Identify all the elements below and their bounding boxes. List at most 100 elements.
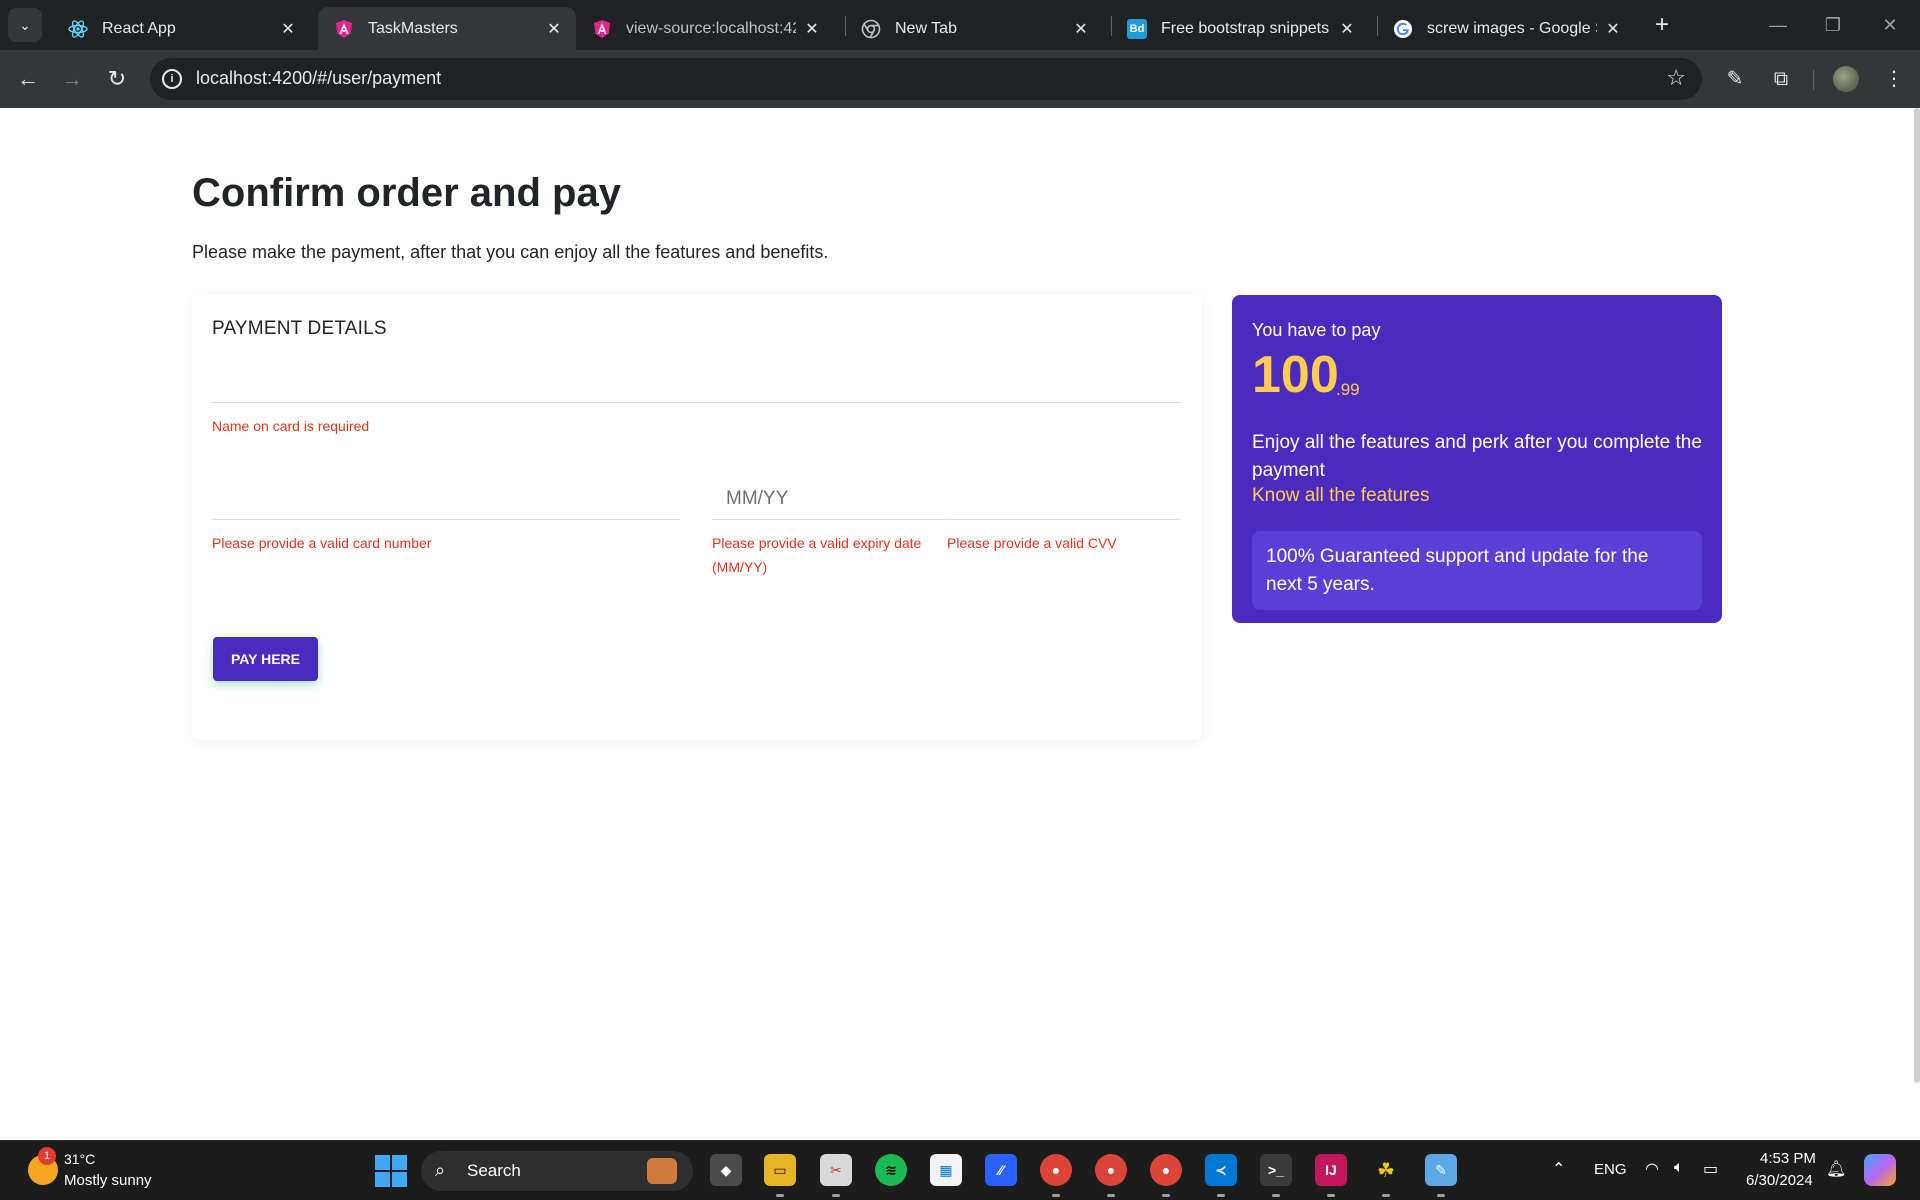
window-close-icon[interactable]: ✕ bbox=[1870, 10, 1910, 40]
cvv-input[interactable] bbox=[947, 481, 1180, 517]
clock-date[interactable]: 6/30/2024 bbox=[1746, 1172, 1813, 1189]
amount-cents: .99 bbox=[1336, 380, 1360, 399]
summary-description: Enjoy all the features and perk after yo… bbox=[1252, 432, 1702, 481]
name-field-underline bbox=[212, 402, 1180, 403]
search-highlight-icon bbox=[647, 1158, 677, 1184]
vscode-icon[interactable]: ≺ bbox=[1205, 1154, 1237, 1186]
file-explorer-icon[interactable]: ▭ bbox=[764, 1154, 796, 1186]
card-number-input[interactable] bbox=[212, 481, 680, 517]
close-icon[interactable]: ✕ bbox=[1603, 19, 1623, 39]
close-icon[interactable]: ✕ bbox=[1337, 19, 1357, 39]
search-icon: ⌕ bbox=[435, 1160, 446, 1180]
snipping-tool-icon[interactable]: ✂ bbox=[820, 1154, 852, 1186]
browser-toolbar: ← → ↻ i localhost:4200/#/user/payment ☆ … bbox=[0, 50, 1920, 108]
close-icon[interactable]: ✕ bbox=[544, 19, 564, 39]
weather-badge: 1 bbox=[38, 1147, 56, 1165]
spotify-icon[interactable]: ≋ bbox=[875, 1154, 907, 1186]
tab-bootdey[interactable]: Bd Free bootstrap snippets an ✕ bbox=[1111, 7, 1369, 50]
running-indicator bbox=[1162, 1194, 1170, 1197]
name-error-message: Name on card is required bbox=[212, 418, 370, 434]
back-arrow-icon[interactable]: ← bbox=[10, 61, 46, 97]
close-icon[interactable]: ✕ bbox=[1071, 19, 1091, 39]
address-bar[interactable]: i localhost:4200/#/user/payment ☆ bbox=[150, 58, 1702, 100]
forward-arrow-icon[interactable]: → bbox=[54, 61, 90, 97]
toolbar-separator bbox=[1813, 70, 1814, 90]
react-icon bbox=[68, 19, 88, 39]
windows-taskbar: 1 31°C Mostly sunny ⌕ Search ◆ ▭ ✂ ≋ ▦ ⁄… bbox=[0, 1140, 1920, 1200]
running-indicator bbox=[1327, 1194, 1335, 1197]
copilot-icon[interactable] bbox=[1864, 1154, 1896, 1186]
close-icon[interactable]: ✕ bbox=[278, 19, 298, 39]
card-number-underline bbox=[212, 519, 680, 520]
google-icon bbox=[1393, 19, 1413, 39]
page-title: Confirm order and pay bbox=[192, 171, 621, 215]
amount-whole: 100 bbox=[1252, 346, 1339, 404]
know-features-link[interactable]: Know all the features bbox=[1252, 485, 1429, 507]
pay-here-button[interactable]: PAY HERE bbox=[213, 637, 318, 681]
running-indicator bbox=[1217, 1194, 1225, 1197]
chevron-up-icon[interactable]: ⌃ bbox=[1552, 1159, 1565, 1179]
app-generic-icon[interactable]: ◆ bbox=[710, 1154, 742, 1186]
weather-temperature[interactable]: 31°C bbox=[64, 1151, 95, 1167]
intellij-icon[interactable]: IJ bbox=[1315, 1154, 1347, 1186]
tab-google-search[interactable]: screw images - Google Sea ✕ bbox=[1377, 7, 1635, 50]
tab-title: TaskMasters bbox=[368, 19, 458, 37]
extensions-icon[interactable]: ⧉ bbox=[1764, 62, 1798, 96]
menu-kebab-icon[interactable]: ⋮ bbox=[1877, 62, 1911, 96]
payment-details-card: PAYMENT DETAILS Name on card is required… bbox=[192, 294, 1202, 740]
tab-title: Free bootstrap snippets an bbox=[1161, 19, 1331, 37]
microsoft-store-icon[interactable]: ▦ bbox=[930, 1154, 962, 1186]
volume-icon[interactable]: 🔈︎ bbox=[1674, 1159, 1684, 1177]
url-text[interactable]: localhost:4200/#/user/payment bbox=[196, 68, 441, 89]
windows-start-icon[interactable] bbox=[375, 1155, 407, 1187]
chrome-icon bbox=[861, 19, 881, 39]
weather-condition[interactable]: Mostly sunny bbox=[64, 1172, 152, 1189]
tab-title: React App bbox=[102, 19, 176, 37]
browser-tab-strip: ⌄ React App ✕ TaskMasters ✕ view-source:… bbox=[0, 0, 1920, 50]
name-on-card-input[interactable] bbox=[212, 364, 1180, 400]
running-indicator bbox=[1382, 1194, 1390, 1197]
page-scrollbar[interactable] bbox=[1914, 108, 1920, 1083]
amount-label: You have to pay bbox=[1252, 320, 1381, 340]
expiry-error-message: Please provide a valid expiry date (MM/Y… bbox=[712, 535, 922, 575]
app-blue-icon[interactable]: ⁄⁄ bbox=[985, 1154, 1017, 1186]
tab-view-source[interactable]: view-source:localhost:4200 ✕ bbox=[576, 7, 834, 50]
expiry-underline bbox=[712, 519, 946, 520]
wifi-icon[interactable]: ◠ bbox=[1645, 1159, 1659, 1179]
language-indicator[interactable]: ENG bbox=[1594, 1161, 1627, 1178]
eyedropper-icon[interactable]: ✎ bbox=[1718, 62, 1752, 96]
clock-time[interactable]: 4:53 PM bbox=[1760, 1150, 1816, 1167]
tab-react-app[interactable]: React App ✕ bbox=[52, 7, 310, 50]
angular-icon bbox=[592, 19, 612, 39]
chrome-profile-3-icon[interactable]: ● bbox=[1150, 1154, 1182, 1186]
profile-avatar[interactable] bbox=[1833, 66, 1859, 92]
page-viewport: Confirm order and pay Please make the pa… bbox=[0, 108, 1920, 1140]
tab-new-tab[interactable]: New Tab ✕ bbox=[845, 7, 1103, 50]
payment-summary-card: You have to pay 100 .99 Enjoy all the fe… bbox=[1232, 295, 1722, 623]
app-yellow-icon[interactable]: ☘ bbox=[1370, 1154, 1402, 1186]
minimize-icon[interactable]: — bbox=[1758, 10, 1798, 40]
app-drawing-icon[interactable]: ✎ bbox=[1425, 1154, 1457, 1186]
notification-bell-icon[interactable]: 🔔︎ bbox=[1826, 1159, 1846, 1179]
tab-taskmasters[interactable]: TaskMasters ✕ bbox=[318, 7, 576, 50]
expiry-date-input[interactable] bbox=[726, 481, 950, 517]
bootdey-icon: Bd bbox=[1127, 18, 1147, 39]
taskbar-search[interactable]: ⌕ Search bbox=[421, 1151, 693, 1191]
running-indicator bbox=[1272, 1194, 1280, 1197]
battery-icon[interactable]: ▭ bbox=[1703, 1159, 1718, 1179]
page-subtitle: Please make the payment, after that you … bbox=[192, 242, 829, 262]
new-tab-button[interactable]: + bbox=[1648, 12, 1676, 40]
guarantee-notice: 100% Guaranteed support and update for t… bbox=[1252, 531, 1702, 610]
running-indicator bbox=[1437, 1194, 1445, 1197]
running-indicator bbox=[776, 1194, 784, 1197]
terminal-icon[interactable]: >_ bbox=[1260, 1154, 1292, 1186]
chrome-profile-1-icon[interactable]: ● bbox=[1040, 1154, 1072, 1186]
bookmark-star-icon[interactable]: ☆ bbox=[1666, 65, 1686, 91]
site-info-icon[interactable]: i bbox=[162, 69, 182, 89]
restore-icon[interactable]: ❐ bbox=[1813, 10, 1853, 40]
tab-search-button[interactable]: ⌄ bbox=[8, 8, 42, 42]
chrome-profile-2-icon[interactable]: ● bbox=[1095, 1154, 1127, 1186]
reload-icon[interactable]: ↻ bbox=[99, 61, 135, 97]
running-indicator bbox=[1107, 1194, 1115, 1197]
close-icon[interactable]: ✕ bbox=[802, 19, 822, 39]
